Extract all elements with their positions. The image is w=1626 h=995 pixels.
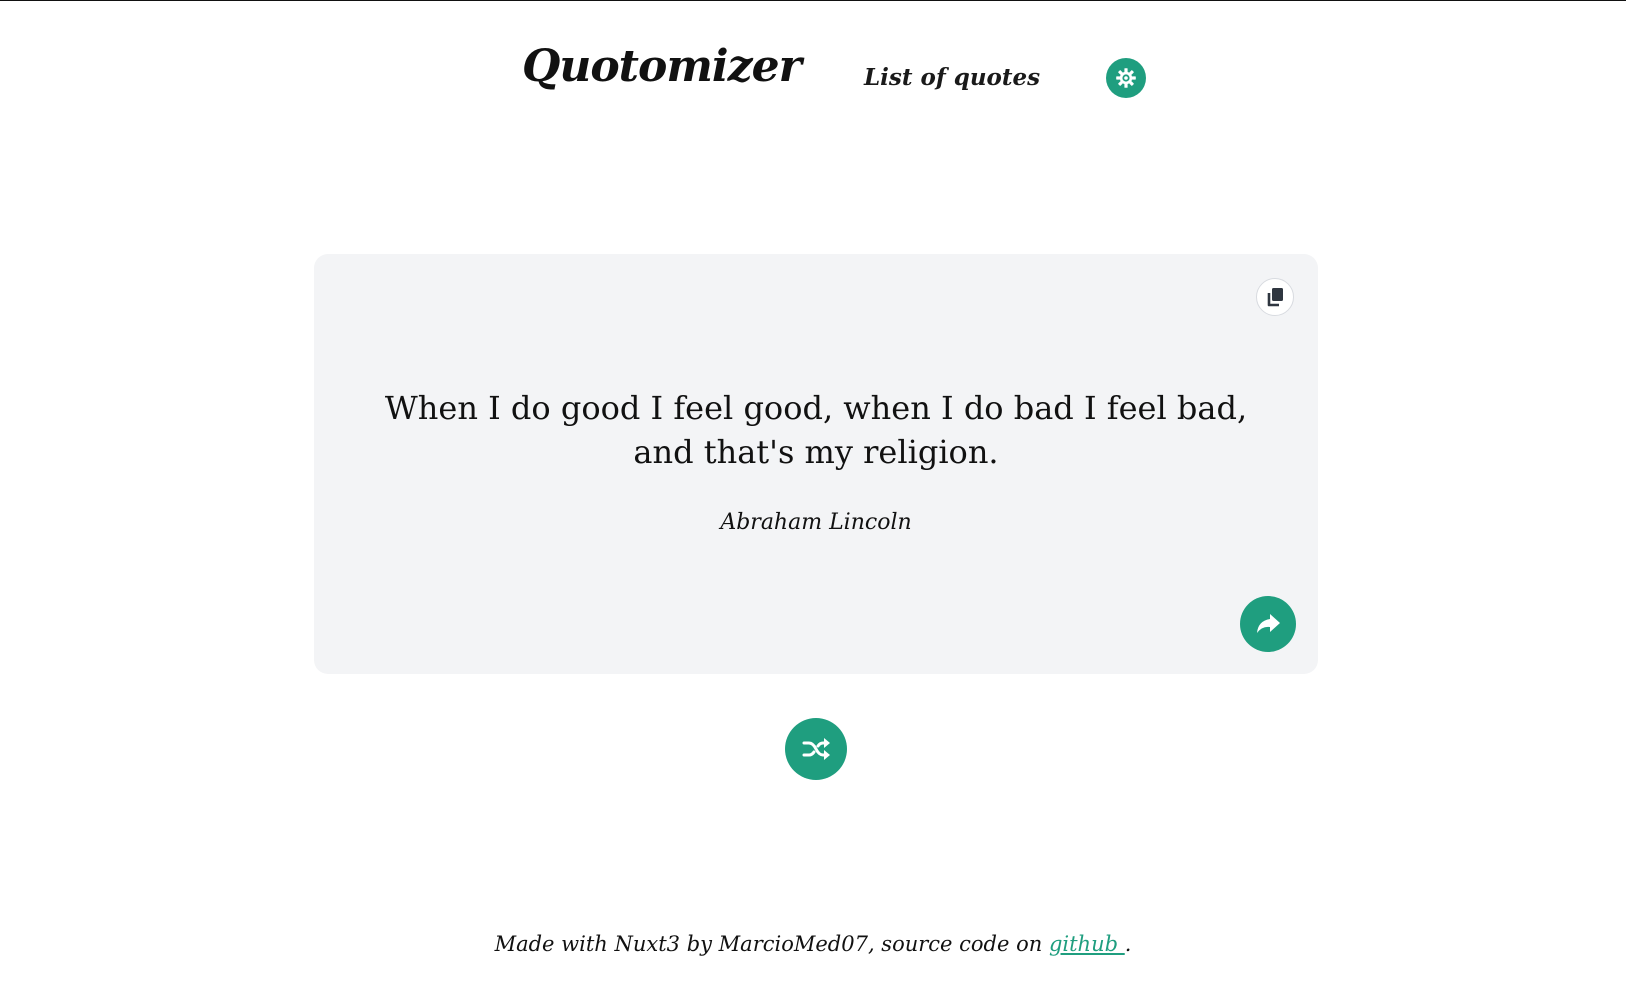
shuffle-icon xyxy=(802,738,830,760)
copy-button[interactable] xyxy=(1256,278,1294,316)
share-button[interactable] xyxy=(1240,596,1296,652)
quote-card: When I do good I feel good, when I do ba… xyxy=(314,254,1318,674)
share-icon xyxy=(1257,614,1280,633)
github-link[interactable]: github xyxy=(1049,932,1125,956)
top-border xyxy=(0,0,1626,1)
nav-list-of-quotes[interactable]: List of quotes xyxy=(864,64,1040,91)
logo-wordmark: Quotomizer xyxy=(522,41,802,92)
footer: Made with Nuxt3 by MarcioMed07, source c… xyxy=(0,932,1626,956)
site-header: Quotomizer List of quotes xyxy=(0,28,1626,108)
footer-text: Made with Nuxt3 by MarcioMed07, source c… xyxy=(494,932,1049,956)
quote-text: When I do good I feel good, when I do ba… xyxy=(384,389,1248,471)
logo-link[interactable]: Quotomizer xyxy=(502,34,802,106)
settings-button[interactable] xyxy=(1106,58,1146,98)
copy-icon xyxy=(1267,288,1283,307)
gear-icon xyxy=(1116,68,1136,88)
shuffle-button[interactable] xyxy=(785,718,847,780)
quote-author: Abraham Lincoln xyxy=(720,510,912,535)
footer-period: . xyxy=(1124,932,1132,956)
